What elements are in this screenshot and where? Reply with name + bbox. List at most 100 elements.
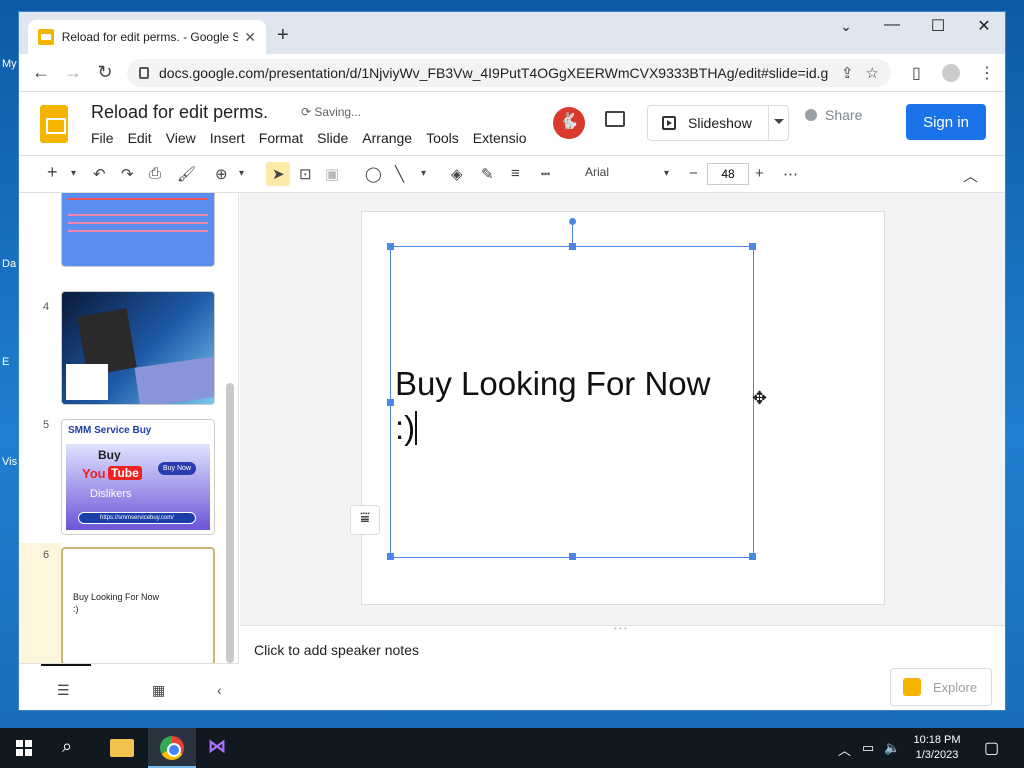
rotate-handle[interactable] [569,218,576,225]
sign-in-button[interactable]: Sign in [906,104,986,140]
new-slide-dropdown-icon[interactable]: ▾ [71,168,76,179]
profile-avatar-icon[interactable] [942,64,960,82]
font-size-input[interactable]: 48 [707,163,749,185]
bookmark-star-icon[interactable]: ☆ [866,64,879,82]
search-icon[interactable]: ⌕ [62,736,72,757]
vertical-align-icon[interactable]: ⩸ [350,505,380,535]
volume-icon[interactable]: 🔈 [884,740,900,756]
network-icon[interactable]: ▭ [862,740,874,756]
document-title[interactable]: Reload for edit perms. [91,102,268,123]
slides-logo-icon[interactable] [40,105,68,143]
text-box-icon[interactable]: ⊡ [299,165,312,183]
slide-body-text[interactable]: Buy Looking For Now :) [395,362,710,450]
you-text: You [82,466,106,481]
font-dropdown-icon[interactable]: ▾ [664,168,669,179]
increase-font-size-button[interactable]: + [755,165,764,182]
notes-resize-handle[interactable]: • • • [614,624,627,633]
font-family-select[interactable]: Arial [585,165,609,179]
browser-menu-icon[interactable]: ⋮ [979,63,995,83]
speaker-notes-placeholder[interactable]: Click to add speaker notes [254,642,419,658]
share-button[interactable]: Share [805,107,862,123]
border-weight-icon[interactable]: ≡ [511,165,520,182]
resize-handle[interactable] [387,553,394,560]
buy-text: Buy [98,448,121,462]
more-options-icon[interactable]: ⋯ [783,165,798,183]
browser-tab[interactable]: Reload for edit perms. - Google S ✕ [28,20,266,54]
menu-edit[interactable]: Edit [128,130,152,146]
desktop-label: E [2,356,10,368]
explore-button[interactable]: Explore [890,668,992,706]
explore-icon [903,678,921,696]
anonymous-user-avatar[interactable] [553,107,585,139]
resize-handle[interactable] [569,243,576,250]
comment-icon[interactable] [605,111,625,127]
show-hidden-icons-icon[interactable]: ︿ [838,740,851,759]
redo-icon[interactable]: ↷ [121,165,134,183]
speaker-notes[interactable]: • • • Click to add speaker notes Explore [240,624,1005,710]
forward-button[interactable]: → [61,62,85,83]
slide-thumbnail-5[interactable]: SMM Service Buy Buy You Tube Buy Now Dis… [61,419,215,535]
menu-slide[interactable]: Slide [317,130,348,146]
side-panel-icon[interactable]: ▯ [912,63,921,83]
system-clock[interactable]: 10:18 PM 1/3/2023 [902,733,972,763]
menu-extensions[interactable]: Extensio [473,130,527,146]
minimize-button[interactable]: — [869,16,915,34]
visual-studio-icon[interactable]: ⋈ [208,736,226,757]
slideshow-button[interactable]: Slideshow [647,105,789,141]
image-icon[interactable]: ▣ [325,165,339,183]
fill-color-icon[interactable]: ◈ [451,165,463,183]
current-slide[interactable]: Buy Looking For Now :) ✥ [361,211,885,605]
resize-handle[interactable] [569,553,576,560]
shape-icon[interactable]: ◯ [365,165,382,183]
border-color-icon[interactable]: ✎ [481,165,494,183]
line-icon[interactable]: ╲ [395,165,404,183]
resize-handle[interactable] [387,243,394,250]
notifications-icon[interactable]: ▢ [984,738,999,758]
grid-view-icon[interactable]: ▦ [152,682,165,699]
address-bar[interactable]: docs.google.com/presentation/d/1NjviyWv_… [127,59,891,87]
filmstrip-footer: ☰ ▦ ‹ [19,663,239,710]
slide-filmstrip: 4 5 SMM Service Buy Buy You Tube Buy Now… [19,193,239,663]
zoom-dropdown-icon[interactable]: ▾ [239,168,244,179]
filmstrip-scrollbar[interactable] [226,383,234,663]
resize-handle[interactable] [749,553,756,560]
new-slide-icon[interactable]: + [47,162,58,183]
file-explorer-icon[interactable] [110,739,134,757]
print-icon[interactable]: ⎙ [149,165,161,182]
line-dropdown-icon[interactable]: ▾ [421,168,426,179]
close-window-button[interactable]: ✕ [961,16,1005,36]
tab-close-icon[interactable]: ✕ [244,29,256,46]
new-tab-button[interactable]: + [277,24,289,47]
undo-icon[interactable]: ↶ [93,165,106,183]
reload-button[interactable]: ↻ [93,62,117,83]
select-cursor-icon[interactable]: ➤ [272,165,285,183]
windows-start-icon[interactable] [16,740,32,756]
zoom-icon[interactable]: ⊕ [215,165,228,183]
list-view-icon[interactable]: ☰ [57,682,70,699]
menu-tools[interactable]: Tools [426,130,459,146]
tube-text: Tube [108,466,142,480]
decrease-font-size-button[interactable]: − [689,165,698,182]
slide-thumbnail-4[interactable] [61,291,215,405]
tab-search-icon[interactable]: ⌄ [823,18,869,35]
slideshow-dropdown-icon[interactable] [774,119,784,124]
menu-file[interactable]: File [91,130,114,146]
paint-format-icon[interactable]: 🖌 [177,165,196,183]
slide-thumbnail-3[interactable] [61,193,215,267]
menu-insert[interactable]: Insert [210,130,245,146]
menu-format[interactable]: Format [259,130,303,146]
resize-handle[interactable] [387,399,394,406]
browser-window: Reload for edit perms. - Google S ✕ + ⌄ … [18,11,1006,711]
collapse-toolbar-icon[interactable]: ︿ [963,165,978,186]
menu-view[interactable]: View [166,130,196,146]
slides-favicon-icon [38,29,54,45]
back-button[interactable]: ← [29,62,53,83]
menu-arrange[interactable]: Arrange [362,130,412,146]
share-page-icon[interactable]: ⇪ [841,64,854,82]
chrome-icon[interactable] [160,736,184,760]
border-dash-icon[interactable]: ┅ [541,165,550,183]
collapse-filmstrip-icon[interactable]: ‹ [217,682,222,698]
maximize-button[interactable]: ☐ [915,16,961,36]
slide-thumbnail-6[interactable]: Buy Looking For Now :) [61,547,215,663]
resize-handle[interactable] [749,243,756,250]
